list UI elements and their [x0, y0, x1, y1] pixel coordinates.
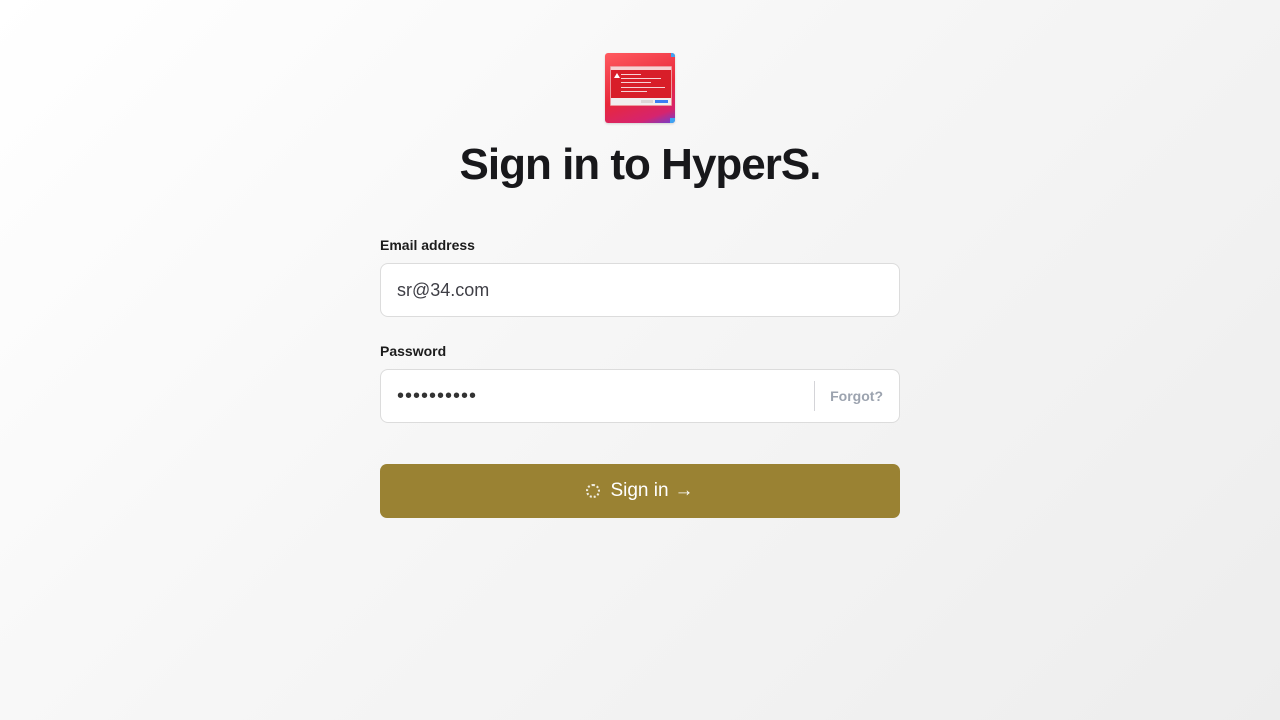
sign-in-form: Email address sr@34.com Password •••••••…: [380, 236, 900, 423]
email-field[interactable]: sr@34.com: [380, 263, 900, 317]
logo-corner-accent: [670, 118, 675, 123]
email-label: Email address: [380, 237, 475, 253]
password-group: Password •••••••••• Forgot?: [380, 342, 900, 423]
sign-in-button[interactable]: Sign in →: [380, 464, 900, 518]
logo-dialog-graphic: [610, 66, 672, 106]
password-label: Password: [380, 343, 447, 359]
page-title: Sign in to HyperS.: [459, 140, 822, 189]
logo-corner-accent: [671, 53, 675, 57]
forgot-password-link[interactable]: Forgot?: [830, 388, 883, 404]
field-divider: [814, 381, 816, 411]
loading-spinner-icon: [586, 484, 601, 498]
password-field[interactable]: •••••••••• Forgot?: [380, 369, 900, 423]
arrow-right-icon: →: [674, 480, 694, 501]
email-group: Email address sr@34.com: [380, 236, 900, 317]
app-logo-image: [605, 53, 675, 123]
warning-icon: [614, 73, 620, 78]
sign-in-button-label: Sign in: [610, 480, 669, 501]
email-value: sr@34.com: [397, 279, 490, 300]
sign-in-page: Sign in to HyperS. Email address sr@34.c…: [0, 0, 1280, 720]
password-value: ••••••••••: [397, 384, 478, 407]
